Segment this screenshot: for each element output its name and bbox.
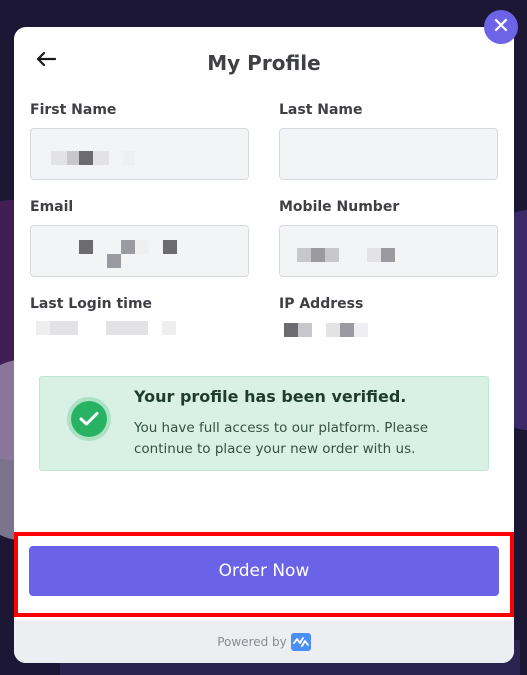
first-name-label: First Name: [30, 102, 117, 118]
redacted-pixel: [298, 323, 312, 337]
redacted-pixel: [121, 240, 135, 254]
verification-card: Your profile has been verified. You have…: [39, 376, 489, 471]
redacted-pixel: [367, 248, 381, 262]
redacted-pixel: [311, 248, 325, 262]
profile-modal: My Profile First Name Last Name Email Mo…: [14, 27, 514, 663]
redacted-pixel: [163, 240, 177, 254]
page-title: My Profile: [207, 51, 321, 75]
order-button-highlight: Order Now: [14, 532, 514, 617]
first-name-field[interactable]: [30, 128, 249, 180]
redacted-pixel: [36, 321, 50, 335]
last-name-field[interactable]: [279, 128, 498, 180]
redacted-pixel: [162, 321, 176, 335]
redacted-pixel: [354, 323, 368, 337]
order-now-button[interactable]: Order Now: [29, 546, 499, 596]
redacted-pixel: [79, 151, 93, 165]
redacted-pixel: [135, 240, 149, 254]
powered-by-label: Powered by: [217, 635, 287, 649]
redacted-pixel: [67, 151, 79, 165]
redacted-pixel: [107, 254, 121, 268]
redacted-pixel: [106, 321, 148, 335]
redacted-pixel: [297, 248, 311, 262]
close-button[interactable]: ✕: [484, 10, 518, 44]
redacted-pixel: [123, 151, 135, 165]
redacted-pixel: [51, 151, 67, 165]
mobile-number-field[interactable]: [279, 225, 498, 277]
last-name-label: Last Name: [279, 102, 363, 118]
redacted-pixel: [79, 240, 93, 254]
email-label: Email: [30, 199, 74, 215]
brand-logo-icon: [290, 633, 311, 651]
verification-title: Your profile has been verified.: [134, 387, 407, 406]
redacted-pixel: [325, 248, 339, 262]
verification-message: You have full access to our platform. Pl…: [134, 420, 429, 457]
redacted-pixel: [381, 248, 395, 262]
redacted-pixel: [93, 151, 109, 165]
redacted-pixel: [340, 323, 354, 337]
last-login-label: Last Login time: [30, 296, 153, 312]
ip-address-label: IP Address: [279, 296, 364, 312]
redacted-pixel: [326, 323, 340, 337]
email-field[interactable]: [30, 225, 249, 277]
footer: Powered by: [14, 621, 514, 663]
redacted-pixel: [284, 323, 298, 337]
mobile-number-label: Mobile Number: [279, 199, 400, 215]
close-icon: ✕: [491, 14, 511, 39]
redacted-pixel: [50, 321, 78, 335]
check-circle-icon: [71, 401, 107, 437]
